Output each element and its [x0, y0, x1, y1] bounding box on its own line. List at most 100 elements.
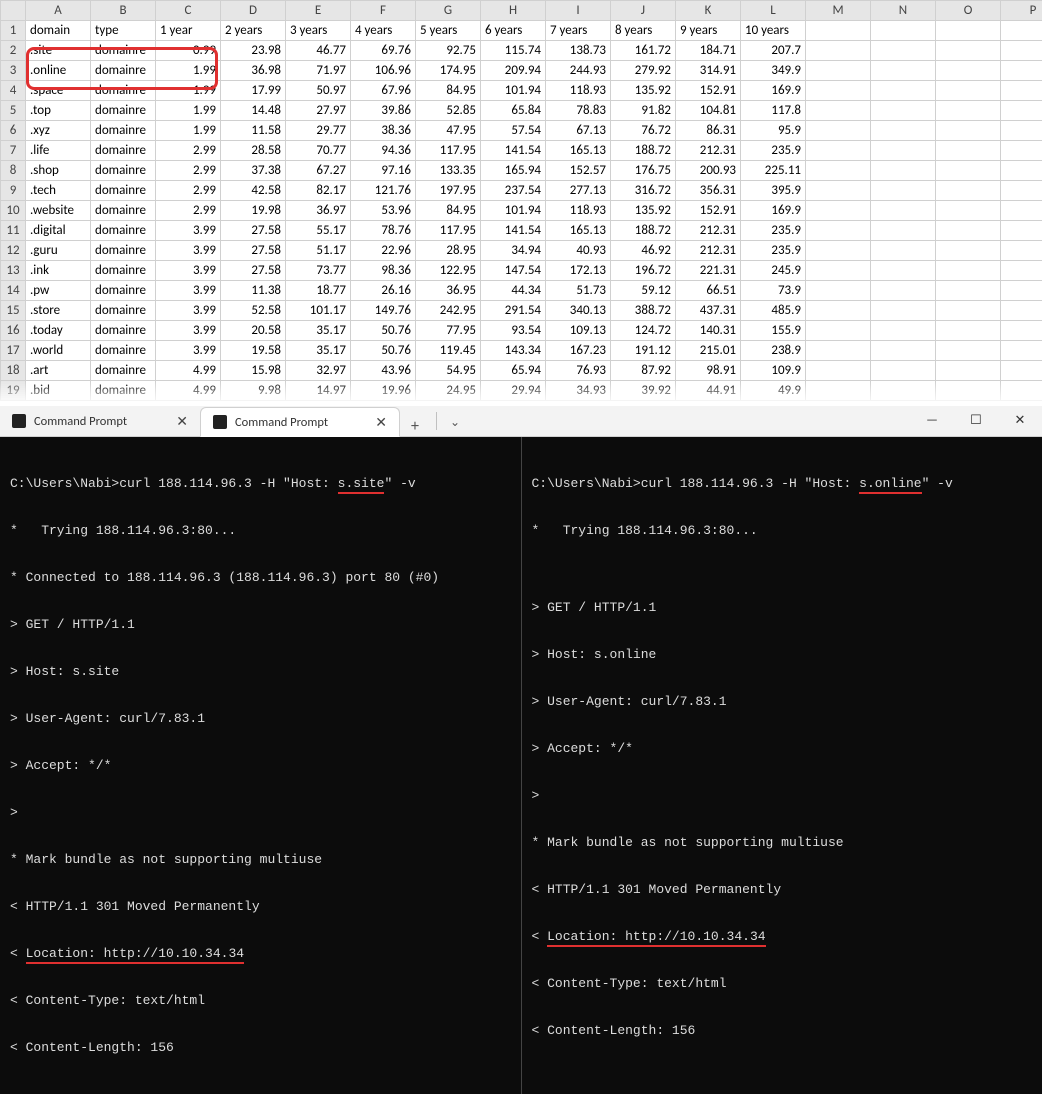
cell[interactable]: .today	[26, 321, 91, 341]
add-tab-button[interactable]: +	[400, 417, 430, 436]
cell[interactable]: 395.9	[741, 181, 806, 201]
cell[interactable]: 3.99	[156, 281, 221, 301]
cell[interactable]: 1.99	[156, 121, 221, 141]
cell[interactable]: 51.17	[286, 241, 351, 261]
cell[interactable]: 141.54	[481, 141, 546, 161]
cell[interactable]: 6 years	[481, 21, 546, 41]
cell[interactable]: 135.92	[611, 201, 676, 221]
cell[interactable]	[871, 121, 936, 141]
cell[interactable]	[1001, 261, 1042, 281]
cell[interactable]: 39.86	[351, 101, 416, 121]
cell[interactable]: 54.95	[416, 361, 481, 381]
cell[interactable]	[871, 201, 936, 221]
cell[interactable]: 235.9	[741, 241, 806, 261]
cell[interactable]: 118.93	[546, 201, 611, 221]
cell[interactable]: .online	[26, 61, 91, 81]
cell[interactable]: domainre	[91, 321, 156, 341]
cell[interactable]: 15.98	[221, 361, 286, 381]
column-header[interactable]: B	[91, 1, 156, 21]
row-header[interactable]: 2	[1, 41, 26, 61]
cell[interactable]: 242.95	[416, 301, 481, 321]
cell[interactable]: 65.94	[481, 361, 546, 381]
cell[interactable]	[1001, 61, 1042, 81]
cell[interactable]: 9 years	[676, 21, 741, 41]
cell[interactable]: 2.99	[156, 161, 221, 181]
column-header[interactable]: A	[26, 1, 91, 21]
cell[interactable]	[936, 281, 1001, 301]
cell[interactable]: 316.72	[611, 181, 676, 201]
cell[interactable]: 104.81	[676, 101, 741, 121]
cell[interactable]: 34.93	[546, 381, 611, 401]
minimize-button[interactable]: —	[910, 406, 954, 436]
cell[interactable]: 50.97	[286, 81, 351, 101]
cell[interactable]	[871, 141, 936, 161]
column-header[interactable]: K	[676, 1, 741, 21]
cell[interactable]	[806, 241, 871, 261]
cell[interactable]: 93.54	[481, 321, 546, 341]
cell[interactable]	[936, 201, 1001, 221]
cell[interactable]: 3.99	[156, 321, 221, 341]
cell[interactable]	[1001, 161, 1042, 181]
row-header[interactable]: 12	[1, 241, 26, 261]
cell[interactable]: 27.58	[221, 261, 286, 281]
row-header[interactable]: 18	[1, 361, 26, 381]
row-header[interactable]: 14	[1, 281, 26, 301]
cell[interactable]: 92.75	[416, 41, 481, 61]
cell[interactable]	[1001, 121, 1042, 141]
column-header[interactable]: D	[221, 1, 286, 21]
cell[interactable]	[1001, 81, 1042, 101]
cell[interactable]	[806, 381, 871, 401]
cell[interactable]	[1001, 281, 1042, 301]
cell[interactable]: 165.13	[546, 141, 611, 161]
cell[interactable]: 18.77	[286, 281, 351, 301]
terminal-tab-1[interactable]: Command Prompt ✕	[0, 406, 200, 436]
cell[interactable]: 87.92	[611, 361, 676, 381]
cell[interactable]: 209.94	[481, 61, 546, 81]
row-header[interactable]: 3	[1, 61, 26, 81]
cell[interactable]: .top	[26, 101, 91, 121]
cell[interactable]	[806, 141, 871, 161]
cell[interactable]	[936, 41, 1001, 61]
row-header[interactable]: 16	[1, 321, 26, 341]
cell[interactable]: 22.96	[351, 241, 416, 261]
cell[interactable]	[1001, 381, 1042, 401]
cell[interactable]: 94.36	[351, 141, 416, 161]
cell[interactable]: domainre	[91, 41, 156, 61]
cell[interactable]: 3.99	[156, 301, 221, 321]
cell[interactable]: 197.95	[416, 181, 481, 201]
cell[interactable]: 291.54	[481, 301, 546, 321]
cell[interactable]: 172.13	[546, 261, 611, 281]
cell[interactable]: 26.16	[351, 281, 416, 301]
cell[interactable]: 76.72	[611, 121, 676, 141]
cell[interactable]: 235.9	[741, 221, 806, 241]
cell[interactable]: 115.74	[481, 41, 546, 61]
cell[interactable]: 34.94	[481, 241, 546, 261]
cell[interactable]: 47.95	[416, 121, 481, 141]
cell[interactable]: 212.31	[676, 221, 741, 241]
cell[interactable]: 279.92	[611, 61, 676, 81]
cell[interactable]: 4 years	[351, 21, 416, 41]
cell[interactable]: .xyz	[26, 121, 91, 141]
cell[interactable]: 0.99	[156, 41, 221, 61]
cell[interactable]: 356.31	[676, 181, 741, 201]
cell[interactable]	[806, 301, 871, 321]
cell[interactable]	[1001, 321, 1042, 341]
cell[interactable]	[936, 361, 1001, 381]
cell[interactable]: 42.58	[221, 181, 286, 201]
cell[interactable]: 147.54	[481, 261, 546, 281]
cell[interactable]: .site	[26, 41, 91, 61]
cell[interactable]: 73.9	[741, 281, 806, 301]
cell[interactable]	[871, 361, 936, 381]
cell[interactable]: 196.72	[611, 261, 676, 281]
cell[interactable]: .digital	[26, 221, 91, 241]
cell[interactable]: 117.8	[741, 101, 806, 121]
cell[interactable]	[806, 161, 871, 181]
cell[interactable]	[936, 341, 1001, 361]
cell[interactable]: 161.72	[611, 41, 676, 61]
cell[interactable]: 225.11	[741, 161, 806, 181]
cell[interactable]: 97.16	[351, 161, 416, 181]
cell[interactable]: 69.76	[351, 41, 416, 61]
cell[interactable]: 119.45	[416, 341, 481, 361]
cell[interactable]	[806, 341, 871, 361]
cell[interactable]: 51.73	[546, 281, 611, 301]
